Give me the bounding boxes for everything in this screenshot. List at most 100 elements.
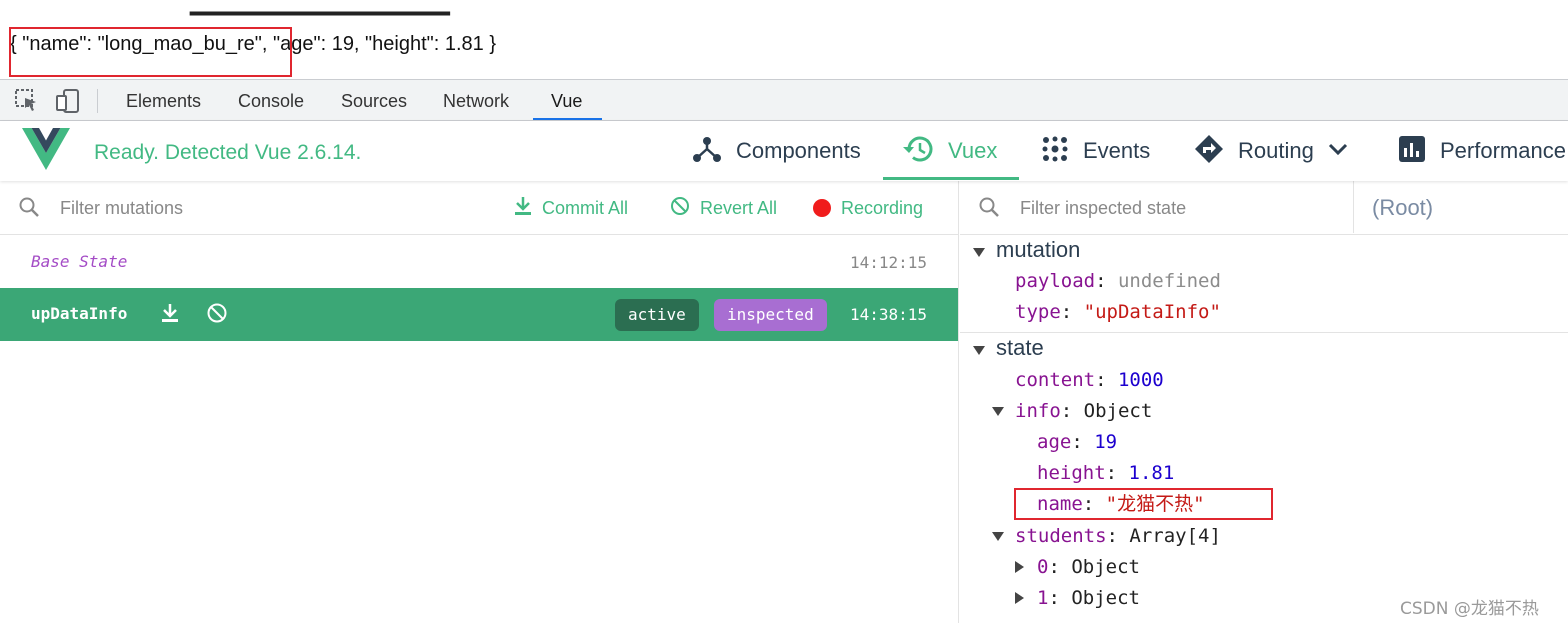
nav-performance-label: Performance bbox=[1440, 138, 1566, 163]
tab-console[interactable]: Console bbox=[238, 80, 304, 120]
recording-toggle[interactable]: Recording bbox=[813, 193, 923, 223]
watermark: CSDN @龙猫不热 bbox=[1400, 599, 1539, 619]
inspect-element-icon[interactable] bbox=[14, 88, 40, 114]
toolbar-divider bbox=[97, 89, 98, 113]
expand-arrow-icon bbox=[992, 532, 1004, 541]
revert-all-label: Revert All bbox=[700, 197, 778, 218]
active-nav-indicator bbox=[883, 177, 1019, 180]
payload-key: payload bbox=[1015, 270, 1096, 292]
mutations-toolbar: Commit All Revert All Recording bbox=[0, 181, 958, 235]
commit-all-button[interactable]: Commit All bbox=[514, 193, 628, 223]
history-icon bbox=[902, 134, 934, 169]
block-icon bbox=[670, 196, 690, 221]
download-icon bbox=[514, 196, 532, 221]
tab-elements[interactable]: Elements bbox=[126, 80, 201, 120]
collapse-arrow-icon bbox=[1015, 561, 1024, 573]
active-tab-indicator bbox=[533, 118, 602, 120]
nav-vuex[interactable]: Vuex bbox=[902, 121, 997, 181]
student-0-row[interactable]: 0: Object bbox=[1015, 553, 1140, 581]
mutation-section-title: mutation bbox=[996, 237, 1081, 262]
student-1-key: 1 bbox=[1037, 587, 1049, 609]
age-key: age bbox=[1037, 431, 1072, 453]
chevron-down-icon[interactable] bbox=[1328, 142, 1348, 161]
student-1-row[interactable]: 1: Object bbox=[1015, 584, 1140, 612]
info-value: Object bbox=[1083, 400, 1153, 422]
students-key: students bbox=[1015, 525, 1107, 547]
students-row[interactable]: students: Array[4] bbox=[992, 522, 1221, 550]
tab-sources[interactable]: Sources bbox=[341, 80, 407, 120]
components-icon bbox=[692, 134, 722, 169]
detection-status: Ready. Detected Vue 2.6.14. bbox=[94, 141, 362, 164]
height-row: height: 1.81 bbox=[1037, 462, 1175, 484]
mutation-time: 14:38:15 bbox=[849, 305, 927, 324]
nav-events-label: Events bbox=[1083, 138, 1151, 163]
mutation-name: upDataInfo bbox=[31, 304, 128, 323]
revert-all-button[interactable]: Revert All bbox=[670, 193, 777, 223]
active-badge: active bbox=[615, 299, 699, 331]
state-toolbar: (Root) bbox=[960, 181, 1568, 235]
age-row: age: 19 bbox=[1037, 431, 1118, 453]
expand-arrow-icon bbox=[992, 407, 1004, 416]
mutation-row[interactable]: upDataInfo active inspected 14:38:15 bbox=[0, 288, 958, 341]
revert-icon[interactable] bbox=[206, 302, 228, 329]
students-value: Array[4] bbox=[1129, 525, 1221, 547]
nav-vuex-label: Vuex bbox=[948, 138, 998, 163]
base-state-row[interactable]: Base State 14:12:15 bbox=[0, 237, 958, 289]
search-icon bbox=[18, 196, 40, 223]
state-section-title: state bbox=[996, 335, 1044, 360]
highlight-box bbox=[9, 27, 292, 77]
mutations-panel: Commit All Revert All Recording Base Sta… bbox=[0, 181, 959, 623]
root-selector[interactable]: (Root) bbox=[1353, 181, 1568, 233]
cropped-heading: ▁▁▁▁▁▁▁▁▁▁▁▁▁ bbox=[190, 0, 450, 16]
record-dot-icon bbox=[813, 199, 831, 217]
height-key: height bbox=[1037, 462, 1106, 484]
collapse-arrow-icon bbox=[1015, 592, 1024, 604]
expand-arrow-icon bbox=[973, 248, 985, 257]
highlight-box bbox=[1014, 488, 1273, 520]
events-icon bbox=[1041, 135, 1069, 168]
payload-value: undefined bbox=[1117, 270, 1221, 292]
student-0-key: 0 bbox=[1037, 556, 1049, 578]
info-key: info bbox=[1015, 400, 1061, 422]
nav-events[interactable]: Events bbox=[1041, 121, 1150, 181]
nav-routing-label: Routing bbox=[1238, 138, 1314, 163]
content-value: 1000 bbox=[1117, 369, 1164, 391]
mutation-section-header[interactable]: mutation bbox=[960, 237, 1568, 267]
recording-label: Recording bbox=[841, 197, 924, 218]
tab-network[interactable]: Network bbox=[443, 80, 509, 120]
search-icon bbox=[978, 196, 1000, 223]
content-row: content: 1000 bbox=[1015, 369, 1164, 391]
filter-state-input[interactable] bbox=[1020, 195, 1320, 221]
inspected-badge: inspected bbox=[714, 299, 827, 331]
root-label: (Root) bbox=[1372, 195, 1434, 220]
tab-vue[interactable]: Vue bbox=[551, 80, 582, 120]
commit-icon[interactable] bbox=[160, 302, 180, 329]
payload-row: payload: undefined bbox=[1015, 270, 1221, 292]
type-value: "upDataInfo" bbox=[1083, 301, 1221, 323]
filter-mutations-input[interactable] bbox=[60, 195, 480, 221]
age-value: 19 bbox=[1094, 431, 1118, 453]
type-row: type: "upDataInfo" bbox=[1015, 301, 1221, 323]
content-key: content bbox=[1015, 369, 1096, 391]
type-key: type bbox=[1015, 301, 1061, 323]
info-row[interactable]: info: Object bbox=[992, 397, 1152, 425]
section-divider bbox=[960, 332, 1568, 333]
state-section-header[interactable]: state bbox=[960, 335, 1568, 365]
routing-icon bbox=[1194, 134, 1224, 169]
nav-components-label: Components bbox=[736, 138, 861, 163]
base-state-time: 14:12:15 bbox=[849, 253, 927, 272]
page-output-area: ▁▁▁▁▁▁▁▁▁▁▁▁▁ { "name": "long_mao_bu_re"… bbox=[0, 0, 1568, 79]
expand-arrow-icon bbox=[973, 346, 985, 355]
nav-performance[interactable]: Performance bbox=[1398, 121, 1566, 181]
student-0-value: Object bbox=[1071, 556, 1140, 578]
commit-all-label: Commit All bbox=[542, 197, 629, 218]
device-toggle-icon[interactable] bbox=[55, 88, 81, 114]
nav-routing[interactable]: Routing bbox=[1194, 121, 1348, 181]
height-value: 1.81 bbox=[1128, 462, 1175, 484]
vue-logo-icon bbox=[22, 128, 70, 175]
devtools-tab-bar: Elements Console Sources Network Vue bbox=[0, 79, 1568, 121]
nav-components[interactable]: Components bbox=[692, 121, 861, 181]
student-1-value: Object bbox=[1071, 587, 1140, 609]
state-inspector-panel: (Root) mutation payload: undefined type:… bbox=[960, 181, 1568, 623]
base-state-label: Base State bbox=[31, 252, 128, 271]
